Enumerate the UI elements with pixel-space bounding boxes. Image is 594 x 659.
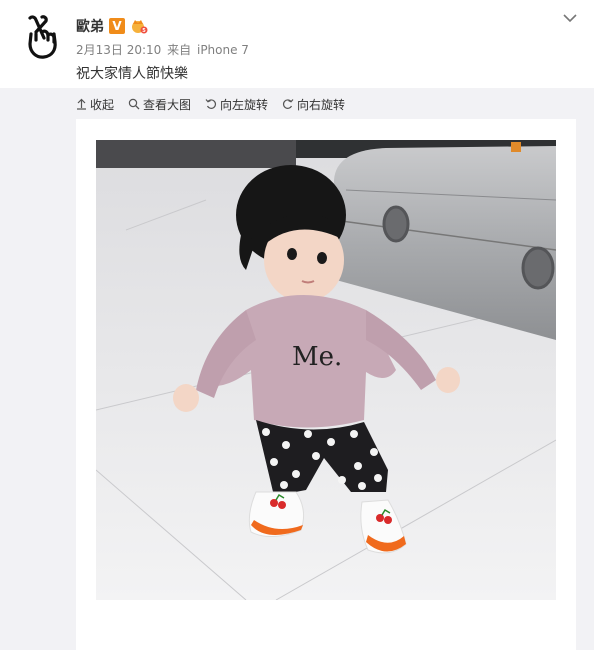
media-area: 收起 查看大图 向左旋转 向右旋转 Me. bbox=[0, 88, 594, 659]
username[interactable]: 歐弟 bbox=[76, 16, 104, 36]
source-prefix: 来自 bbox=[167, 43, 192, 57]
rotate-right-label: 向右旋转 bbox=[297, 97, 346, 112]
view-large-button[interactable]: 查看大图 bbox=[128, 96, 191, 112]
post-photo[interactable]: Me. bbox=[96, 140, 556, 600]
photo-card: Me. bbox=[76, 119, 576, 659]
member-crown-icon[interactable]: 5 bbox=[130, 18, 148, 34]
rotate-left-button[interactable]: 向左旋转 bbox=[205, 96, 268, 112]
toddler-photo-image: Me. bbox=[96, 140, 556, 600]
post-date[interactable]: 2月13日 20:10 bbox=[76, 43, 161, 57]
verified-badge-icon[interactable]: V bbox=[109, 18, 125, 34]
rotate-left-icon bbox=[205, 99, 217, 109]
post-source[interactable]: iPhone 7 bbox=[197, 43, 249, 57]
rotate-right-button[interactable]: 向右旋转 bbox=[282, 96, 345, 112]
rotate-right-icon bbox=[283, 99, 294, 109]
collapse-label: 收起 bbox=[90, 97, 115, 112]
rotate-left-label: 向左旋转 bbox=[220, 97, 269, 112]
svg-text:5: 5 bbox=[142, 28, 146, 34]
collapse-button[interactable]: 收起 bbox=[76, 96, 114, 112]
username-row: 歐弟 V 5 bbox=[76, 16, 148, 36]
view-large-label: 查看大图 bbox=[143, 97, 192, 112]
shirt-text: Me. bbox=[292, 342, 342, 372]
post-text: 祝大家情人節快樂 bbox=[76, 66, 188, 82]
post-header: 歐弟 V 5 2月13日 20:10 来自 iPhone 7 祝大家情人節快樂 bbox=[0, 0, 594, 88]
magnifier-icon bbox=[128, 98, 140, 110]
avatar[interactable] bbox=[22, 14, 62, 60]
post-meta: 2月13日 20:10 来自 iPhone 7 bbox=[76, 41, 251, 58]
chevron-down-icon[interactable] bbox=[562, 10, 578, 24]
crossed-fingers-icon bbox=[28, 15, 57, 59]
collapse-arrow-icon bbox=[77, 98, 86, 110]
media-toolbar: 收起 查看大图 向左旋转 向右旋转 bbox=[76, 96, 345, 112]
